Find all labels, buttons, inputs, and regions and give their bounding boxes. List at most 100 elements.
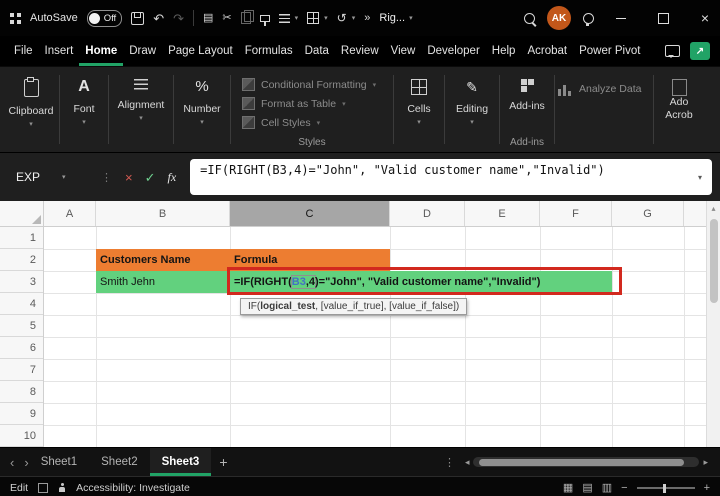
page-break-view-icon[interactable]: ▥ [602, 483, 612, 494]
row-header-6[interactable]: 6 [0, 337, 43, 359]
chevron-down-icon[interactable]: ▾ [295, 14, 299, 22]
menu-tab-review[interactable]: Review [335, 36, 385, 66]
new-sheet-button[interactable]: + [219, 448, 227, 476]
share-button[interactable]: ↗ [690, 42, 710, 60]
scrollbar-thumb[interactable] [479, 459, 684, 466]
cell-C3-formula-edit[interactable]: =IF(RIGHT(B3,4)="John", "Valid customer … [230, 271, 612, 293]
enter-entry-button[interactable]: ✓ [145, 171, 156, 184]
ribbon-group-alignment[interactable]: Alignment ▾ [112, 67, 170, 152]
close-button[interactable]: × [690, 0, 720, 36]
comments-icon[interactable] [665, 45, 680, 57]
qat-overflow-icon[interactable]: » [364, 13, 370, 24]
zoom-slider[interactable] [637, 487, 695, 489]
row-header-2[interactable]: 2 [0, 249, 43, 271]
cell-B2[interactable]: Customers Name [96, 249, 230, 271]
cell-C2[interactable]: Formula [230, 249, 390, 271]
ribbon-group-editing[interactable]: ✎ Editing ▾ [448, 67, 496, 152]
formula-input[interactable]: =IF(RIGHT(B3,4)="John", "Valid customer … [190, 159, 712, 195]
menu-tab-home[interactable]: Home [79, 36, 123, 66]
column-header-C[interactable]: C [230, 201, 390, 226]
menu-tab-power-pivot[interactable]: Power Pivot [573, 36, 646, 66]
column-header-E[interactable]: E [465, 201, 540, 226]
conditional-formatting-button[interactable]: Conditional Formatting ▾ [234, 75, 390, 94]
row-header-4[interactable]: 4 [0, 293, 43, 315]
qat-dropdown[interactable]: Rig... ▾ [379, 12, 412, 24]
column-header-B[interactable]: B [96, 201, 230, 226]
menu-tab-draw[interactable]: Draw [123, 36, 162, 66]
sheet-tab-sheet3[interactable]: Sheet3 [150, 448, 212, 476]
chevron-down-icon[interactable]: ▾ [352, 14, 356, 22]
minimize-button[interactable] [606, 0, 636, 36]
column-header-F[interactable]: F [540, 201, 612, 226]
avatar[interactable]: AK [547, 6, 571, 30]
dots-divider-icon[interactable]: ⋮ [444, 448, 455, 476]
horizontal-scrollbar[interactable]: ◂ ▸ [465, 448, 708, 476]
search-icon[interactable] [524, 13, 535, 24]
chevron-down-icon: ▾ [409, 14, 413, 22]
sheet-prev-icon[interactable]: ‹ [10, 455, 14, 470]
menu-tab-developer[interactable]: Developer [421, 36, 485, 66]
accessibility-status[interactable]: Accessibility: Investigate [76, 482, 190, 494]
row-header-10[interactable]: 10 [0, 425, 43, 447]
ribbon-group-addins[interactable]: Add-ins Add-ins [503, 67, 551, 152]
ribbon-group-number[interactable]: % Number ▾ [177, 67, 227, 152]
app-launcher-icon[interactable] [10, 13, 21, 24]
scroll-left-icon[interactable]: ◂ [465, 457, 470, 468]
row-header-5[interactable]: 5 [0, 315, 43, 337]
insert-function-button[interactable]: fx [168, 171, 177, 183]
scroll-right-icon[interactable]: ▸ [703, 457, 708, 468]
rotate-undo-icon[interactable]: ↺ [337, 12, 347, 24]
vertical-scrollbar[interactable]: ▴ [706, 201, 720, 447]
align-icon[interactable] [279, 14, 290, 23]
expand-formula-bar-icon[interactable]: ▾ [698, 173, 702, 182]
save-icon[interactable] [131, 12, 144, 25]
lightbulb-icon[interactable] [583, 13, 594, 24]
name-box[interactable]: EXP ▾ [8, 170, 94, 184]
row-header-3[interactable]: 3 [0, 271, 43, 293]
select-all-corner[interactable] [0, 201, 44, 227]
menu-tab-file[interactable]: File [8, 36, 39, 66]
menu-tab-page-layout[interactable]: Page Layout [162, 36, 239, 66]
menu-tab-insert[interactable]: Insert [39, 36, 80, 66]
row-header-8[interactable]: 8 [0, 381, 43, 403]
zoom-in-icon[interactable]: + [704, 483, 710, 494]
macro-record-icon[interactable] [38, 483, 48, 493]
cell-styles-button[interactable]: Cell Styles ▾ [234, 113, 390, 132]
column-header-D[interactable]: D [390, 201, 465, 226]
scrollbar-thumb[interactable] [710, 219, 718, 303]
menu-tab-data[interactable]: Data [299, 36, 335, 66]
ribbon-group-font[interactable]: A Font ▾ [63, 67, 105, 152]
scrollbar-track[interactable] [473, 457, 699, 467]
chevron-down-icon[interactable]: ▾ [324, 14, 328, 22]
menu-tab-formulas[interactable]: Formulas [239, 36, 299, 66]
row-header-7[interactable]: 7 [0, 359, 43, 381]
maximize-button[interactable] [648, 0, 678, 36]
page-layout-view-icon[interactable]: ▤ [582, 483, 592, 494]
column-headers: ABCDEFG [44, 201, 706, 227]
column-header-G[interactable]: G [612, 201, 684, 226]
new-sheet-icon[interactable]: ▤ [203, 13, 213, 24]
autosave-toggle[interactable]: Off [87, 10, 123, 27]
scroll-up-icon[interactable]: ▴ [707, 201, 720, 213]
ribbon-group-cells[interactable]: Cells ▾ [397, 67, 441, 152]
ribbon-group-acrobat[interactable]: Ado Acrob [657, 67, 701, 152]
ribbon-group-clipboard[interactable]: Clipboard ▾ [6, 67, 56, 152]
zoom-slider-thumb[interactable] [663, 484, 666, 493]
borders-icon[interactable] [307, 12, 319, 24]
format-painter-icon[interactable] [260, 15, 270, 22]
zoom-out-icon[interactable]: − [621, 483, 627, 494]
cell-B3[interactable]: Smith Jehn [96, 271, 230, 293]
cancel-entry-button[interactable]: × [125, 171, 133, 184]
format-as-table-button[interactable]: Format as Table ▾ [234, 94, 390, 113]
column-header-A[interactable]: A [44, 201, 96, 226]
menu-tab-help[interactable]: Help [486, 36, 522, 66]
cut-icon[interactable]: ✂ [222, 13, 231, 24]
menu-tab-acrobat[interactable]: Acrobat [521, 36, 573, 66]
sheet-tab-sheet1[interactable]: Sheet1 [29, 448, 89, 476]
normal-view-icon[interactable]: ▦ [563, 483, 573, 494]
row-header-9[interactable]: 9 [0, 403, 43, 425]
undo-icon[interactable]: ↶ [153, 12, 164, 25]
sheet-tab-sheet2[interactable]: Sheet2 [89, 448, 149, 476]
menu-tab-view[interactable]: View [385, 36, 422, 66]
row-header-1[interactable]: 1 [0, 227, 43, 249]
